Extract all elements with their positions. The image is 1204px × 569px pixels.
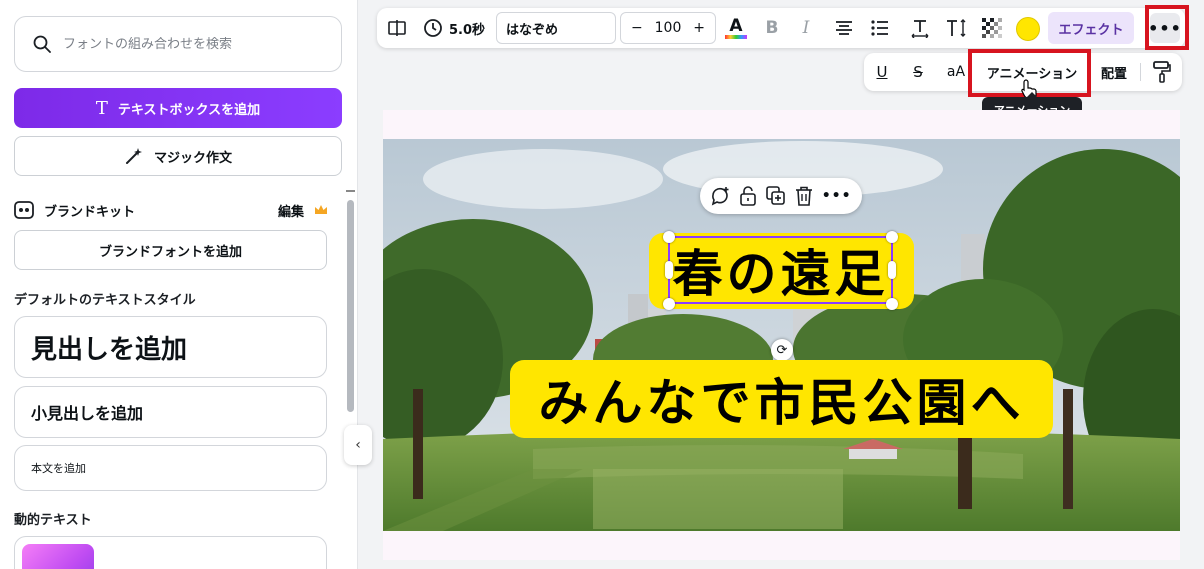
brand-edit-link[interactable]: 編集 <box>278 201 304 220</box>
add-heading-button[interactable]: 見出しを追加 <box>14 316 327 378</box>
comment-add-icon[interactable] <box>710 186 730 206</box>
element-floating-toolbar: ••• <box>700 178 862 214</box>
bullet-list-icon[interactable] <box>866 8 894 48</box>
position-button[interactable]: 配置 <box>1096 53 1132 91</box>
scrollbar-cap <box>346 190 355 192</box>
trash-icon[interactable] <box>795 186 813 206</box>
magic-wand-icon <box>124 146 144 166</box>
rainbow-bar <box>725 34 747 39</box>
more-horizontal-icon[interactable]: ••• <box>822 188 852 204</box>
crown-icon <box>314 204 328 216</box>
resize-handle-bl[interactable] <box>663 298 675 310</box>
chevron-left-icon: ‹ <box>355 437 361 453</box>
add-brand-font-button[interactable]: ブランドフォントを追加 <box>14 230 327 270</box>
color-swatch[interactable] <box>1016 17 1040 41</box>
add-body-label: 本文を追加 <box>31 462 86 475</box>
resize-handle-tr[interactable] <box>886 231 898 243</box>
magic-write-button[interactable]: マジック作文 <box>14 136 342 176</box>
rotate-icon: ⟳ <box>776 342 788 358</box>
text-color-letter: A <box>729 15 743 36</box>
align-center-icon[interactable] <box>830 8 858 48</box>
font-size-stepper: − 100 + <box>620 12 716 44</box>
transparency-icon[interactable] <box>978 8 1006 48</box>
magic-write-label: マジック作文 <box>153 150 232 166</box>
font-search-box[interactable] <box>14 16 342 72</box>
add-textbox-button[interactable]: T テキストボックスを追加 <box>14 88 342 128</box>
subtitle-text[interactable]: みんなで市民公園へ <box>510 360 1053 438</box>
text-side-panel: T テキストボックスを追加 マジック作文 ブランドキット 編集 ブランドフォント… <box>0 0 358 569</box>
brand-kit-row: ブランドキット 編集 <box>14 200 328 220</box>
brand-kit-icon <box>14 201 34 219</box>
more-options-button[interactable]: ••• <box>1148 13 1181 43</box>
vertical-text-icon[interactable] <box>942 8 970 48</box>
toolbar-divider <box>1140 63 1141 81</box>
font-size-value[interactable]: 100 <box>655 20 682 36</box>
split-view-icon[interactable] <box>383 8 411 48</box>
duplicate-icon[interactable] <box>766 186 786 206</box>
underline-button[interactable]: U <box>870 53 894 91</box>
resize-handle-right[interactable] <box>888 261 896 279</box>
resize-handle-br[interactable] <box>886 298 898 310</box>
add-heading-label: 見出しを追加 <box>31 334 188 365</box>
italic-button[interactable]: I <box>793 8 819 48</box>
dynamic-text-title: 動的テキスト <box>14 513 92 528</box>
brand-kit-title: ブランドキット <box>44 204 136 220</box>
add-brand-font-label: ブランドフォントを追加 <box>98 244 242 260</box>
paint-roller-icon[interactable] <box>1150 53 1174 91</box>
bold-button[interactable]: B <box>759 8 785 48</box>
collapse-panel-button[interactable]: ‹ <box>344 425 372 465</box>
title-text[interactable]: 春の遠足 <box>668 236 893 304</box>
add-body-button[interactable]: 本文を追加 <box>14 445 327 491</box>
text-color-button[interactable]: A <box>722 8 750 48</box>
font-size-decrease[interactable]: − <box>631 20 643 36</box>
resize-handle-tl[interactable] <box>663 231 675 243</box>
letter-case-button[interactable]: aA <box>942 53 970 91</box>
strikethrough-button[interactable]: S <box>906 53 930 91</box>
letter-spacing-icon[interactable] <box>906 8 934 48</box>
font-size-increase[interactable]: + <box>693 20 705 36</box>
duration-value: 5.0秒 <box>448 22 486 38</box>
add-textbox-label: テキストボックスを追加 <box>117 102 261 118</box>
default-styles-title: デフォルトのテキストスタイル <box>14 293 196 308</box>
font-search-input[interactable] <box>63 36 323 52</box>
search-icon <box>33 35 51 53</box>
font-family-value: はなぞめ <box>506 22 559 38</box>
resize-handle-left[interactable] <box>665 261 673 279</box>
effects-button[interactable]: エフェクト <box>1048 12 1134 44</box>
add-subheading-label: 小見出しを追加 <box>31 404 144 423</box>
clock-icon <box>423 18 443 38</box>
rotate-handle[interactable]: ⟳ <box>771 339 793 361</box>
sidebar-scrollbar[interactable] <box>347 200 354 412</box>
lock-icon[interactable] <box>739 186 757 206</box>
add-subheading-button[interactable]: 小見出しを追加 <box>14 386 327 438</box>
text-t-icon: T <box>95 97 108 119</box>
dynamic-text-thumbnail[interactable] <box>22 544 94 569</box>
duration-button[interactable]: 5.0秒 <box>419 8 489 48</box>
text-toolbar: 5.0秒 はなぞめ − 100 + A B I エフェクト ••• <box>377 8 1185 48</box>
font-family-dropdown[interactable]: はなぞめ <box>496 12 616 44</box>
